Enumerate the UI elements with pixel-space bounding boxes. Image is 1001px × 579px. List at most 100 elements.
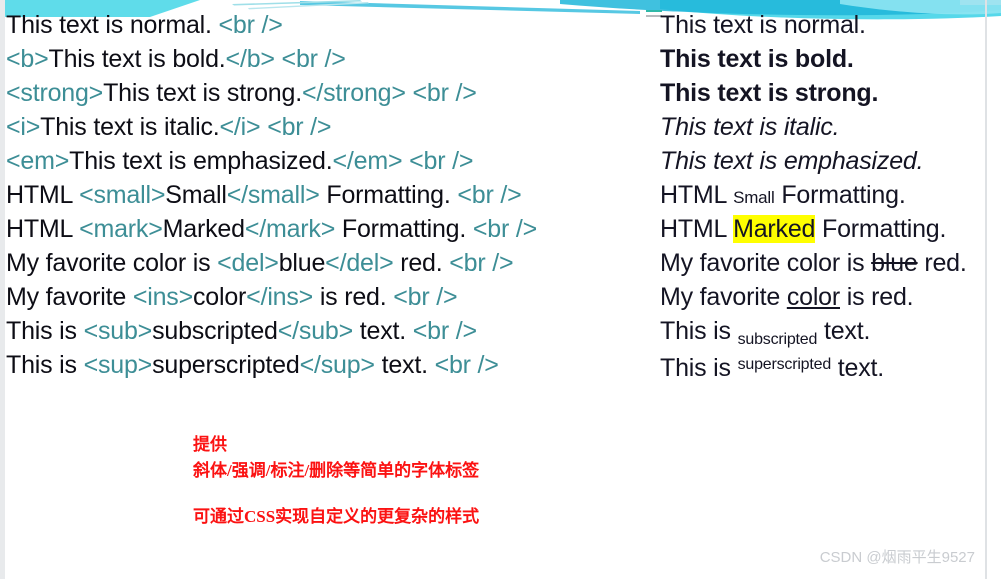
rendered-sup-token: superscripted <box>737 356 832 373</box>
code-tag-token: <br /> <box>218 11 283 39</box>
code-tag-token: <ins> <box>132 283 193 311</box>
code-text-token: blue <box>278 249 326 277</box>
code-tag-token: <br /> <box>409 147 474 175</box>
code-text-token: This text is italic. <box>40 113 220 141</box>
code-text-token: Formatting. <box>319 181 458 209</box>
code-tag-token: <br /> <box>267 113 332 141</box>
code-tag-token: </del> <box>325 249 394 277</box>
note-line-3: 可通过CSS实现自定义的更复杂的样式 <box>193 507 480 526</box>
code-text-token: Marked <box>162 215 245 243</box>
rendered-bold-token: This text is bold. <box>660 45 854 73</box>
code-text-token: red. <box>393 249 450 277</box>
code-text-token: My favorite color is <box>6 249 218 277</box>
code-tag-token: <br /> <box>449 249 514 277</box>
rendered-line-em: This text is emphasized. <box>660 144 990 178</box>
rendered-plain-token: HTML <box>660 181 734 209</box>
rendered-ins-token: color <box>786 283 840 311</box>
rendered-italic-token: This text is emphasized. <box>660 147 924 175</box>
code-text-token: text. <box>353 317 413 345</box>
rendered-italic-token: This text is italic. <box>660 113 840 141</box>
code-tag-token: <br /> <box>457 181 522 209</box>
code-tag-token: <br /> <box>412 79 477 107</box>
code-tag-token: <small> <box>79 181 166 209</box>
slide-canvas: This text is normal. <br /> <b>This text … <box>0 0 1001 579</box>
code-tag-token: <del> <box>217 249 279 277</box>
code-text-token: HTML <box>6 215 80 243</box>
code-tag-token: <em> <box>6 147 70 175</box>
rendered-line-small: HTML Small Formatting. <box>660 178 990 212</box>
rendered-plain-token: Formatting. <box>774 181 906 209</box>
code-text-token: color <box>192 283 247 311</box>
code-text-token: My favorite <box>6 283 133 311</box>
code-tag-token: </sub> <box>277 317 354 345</box>
rendered-line-strong: This text is strong. <box>660 76 990 110</box>
code-tag-token: <br /> <box>281 45 346 73</box>
code-line-del: My favorite color is <del>blue</del> red… <box>6 246 646 280</box>
rendered-line-bold: This text is bold. <box>660 42 990 76</box>
code-line-italic: <i>This text is italic.</i> <br /> <box>6 110 646 144</box>
rendered-mark-token: Marked <box>733 215 816 243</box>
rendered-line-ins: My favorite color is red. <box>660 280 990 314</box>
rendered-plain-token: HTML <box>660 215 734 243</box>
code-text-token: This text is bold. <box>48 45 226 73</box>
html-markup-listing: This text is normal. <br /> <b>This text … <box>6 8 646 382</box>
code-tag-token: </small> <box>226 181 320 209</box>
code-line-strong: <strong>This text is strong.</strong> <b… <box>6 76 646 110</box>
rendered-plain-token: This is <box>660 354 738 383</box>
code-text-token: This is <box>6 317 84 345</box>
rendered-small-token: Small <box>733 188 775 207</box>
code-tag-token: </strong> <box>301 79 406 107</box>
code-text-token: text. <box>374 351 435 379</box>
code-tag-token: <strong> <box>6 79 104 107</box>
rendered-line-normal: This text is normal. <box>660 8 990 42</box>
code-tag-token: <sup> <box>83 351 153 379</box>
code-line-bold: <b>This text is bold.</b> <br /> <box>6 42 646 76</box>
code-tag-token: </mark> <box>244 215 336 243</box>
csdn-watermark: CSDN @烟雨平生9527 <box>819 549 975 566</box>
code-tag-token: <b> <box>6 45 49 73</box>
code-text-token: Small <box>165 181 227 209</box>
note-line-1: 提供 <box>193 435 227 454</box>
code-text-token: superscripted <box>152 351 300 379</box>
red-annotation-block: 提供 斜体/强调/标注/删除等简单的字体标签 可通过CSS实现自定义的更复杂的样… <box>193 432 813 530</box>
code-tag-token: <mark> <box>79 215 163 243</box>
code-tag-token: <sub> <box>83 317 153 345</box>
rendered-output-listing: This text is normal. This text is bold. Th… <box>660 8 990 382</box>
rendered-del-token: blue <box>871 249 918 277</box>
code-text-token: is red. <box>313 283 394 311</box>
rendered-line-sup: This is superscripted text. <box>660 348 990 382</box>
rendered-plain-token: This text is normal. <box>660 11 866 39</box>
code-line-em: <em>This text is emphasized.</em> <br /> <box>6 144 646 178</box>
rendered-plain-token: red. <box>917 249 967 277</box>
rendered-sub-token: subscripted <box>737 330 818 348</box>
note-spacer <box>193 484 813 504</box>
code-text-token: This text is strong. <box>103 79 302 107</box>
code-line-small: HTML <small>Small</small> Formatting. <b… <box>6 178 646 212</box>
rendered-plain-token: text. <box>817 317 871 345</box>
code-text-token: Formatting. <box>335 215 473 243</box>
code-line-sub: This is <sub>subscripted</sub> text. <br… <box>6 314 646 348</box>
rendered-line-italic: This text is italic. <box>660 110 990 144</box>
rendered-plain-token: My favorite color is <box>660 249 872 277</box>
code-tag-token: <br /> <box>412 317 477 345</box>
rendered-plain-token: is red. <box>840 283 914 311</box>
code-tag-token: <br /> <box>434 351 499 379</box>
code-line-sup: This is <sup>superscripted</sup> text. <… <box>6 348 646 382</box>
code-tag-token: </ins> <box>246 283 314 311</box>
rendered-plain-token: text. <box>831 354 885 383</box>
code-tag-token: </b> <box>225 45 275 73</box>
code-line-normal: This text is normal. <br /> <box>6 8 646 42</box>
rendered-bold-token: This text is strong. <box>660 79 879 107</box>
code-tag-token: <i> <box>6 113 41 141</box>
code-text-token: subscripted <box>152 317 278 345</box>
code-text-token: HTML <box>6 181 80 209</box>
slide-left-edge <box>0 0 5 579</box>
rendered-line-del: My favorite color is blue red. <box>660 246 990 280</box>
code-tag-token: <br /> <box>472 215 537 243</box>
code-text-token: This text is emphasized. <box>69 147 333 175</box>
rendered-plain-token: This is <box>660 317 738 345</box>
rendered-plain-token: My favorite <box>660 283 787 311</box>
code-line-mark: HTML <mark>Marked</mark> Formatting. <br… <box>6 212 646 246</box>
